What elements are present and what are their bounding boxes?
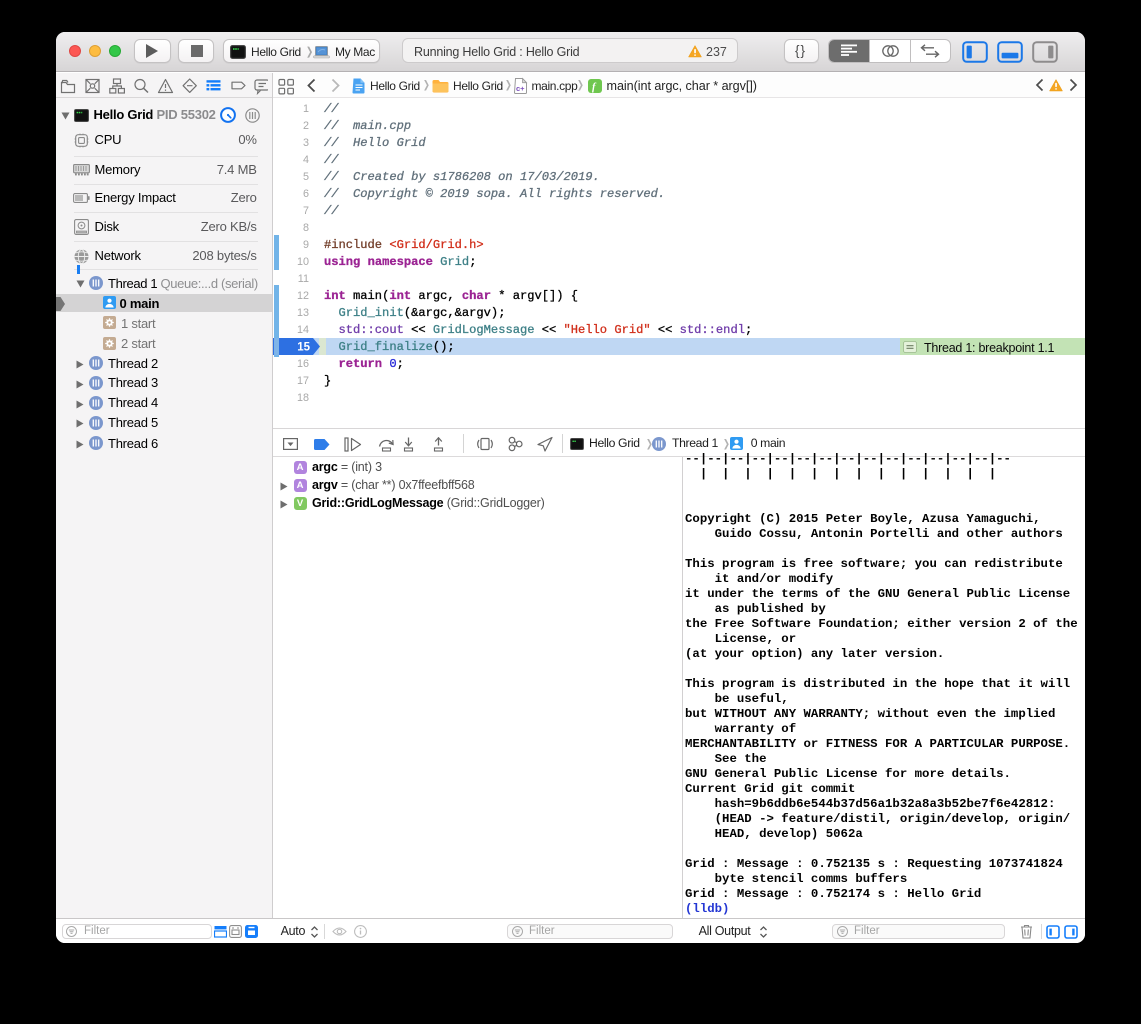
svg-text:15: 15 [297, 342, 310, 354]
svg-text:c+: c+ [516, 84, 525, 93]
